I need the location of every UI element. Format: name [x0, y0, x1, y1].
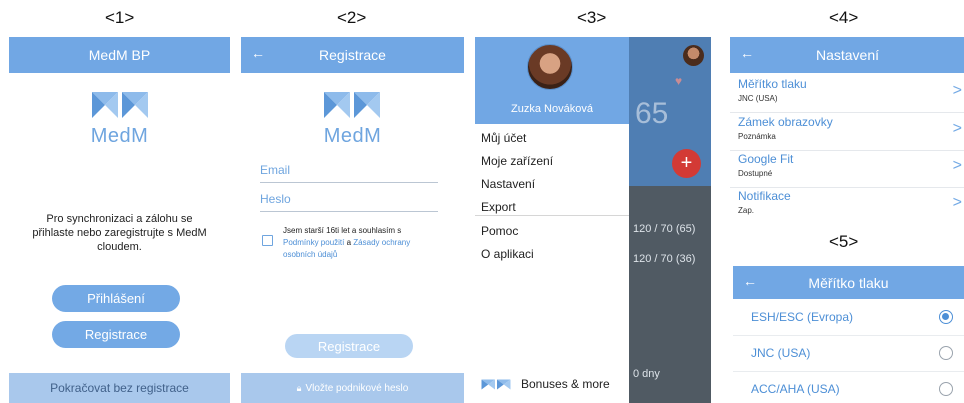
pressure-scale-screen: ← Měřítko tlaku ESH/ESC (Evropa) JNC (US…: [733, 266, 964, 403]
radio-icon[interactable]: [939, 382, 953, 396]
setting-title: Google Fit: [738, 152, 794, 166]
back-arrow-icon[interactable]: ←: [743, 273, 757, 289]
settings-header: ← Nastavení: [730, 37, 964, 73]
option-label: ESH/ESC (Evropa): [751, 310, 854, 324]
corporate-password-link[interactable]: 🔒︎ Vložte podnikové heslo: [241, 373, 464, 403]
password-field[interactable]: Heslo: [260, 192, 438, 212]
menu-item-export[interactable]: Export: [481, 200, 516, 214]
bonuses-item[interactable]: Bonuses & more: [481, 377, 610, 391]
terms-and: a: [346, 238, 352, 247]
heart-icon: ♥: [675, 74, 683, 88]
chevron-right-icon: >: [952, 82, 962, 99]
message-line: cloudem.: [97, 241, 142, 253]
terms-of-use-link[interactable]: Podmínky použití: [283, 238, 344, 247]
privacy-policy-link-continued[interactable]: osobních údajů: [283, 249, 455, 261]
setting-value: Dostupné: [738, 169, 773, 178]
sync-message: Pro synchronizaci a zálohu se přihlaste …: [9, 212, 230, 254]
login-button[interactable]: Přihlášení: [52, 285, 180, 312]
navigation-drawer: Zuzka Nováková Můj účet Moje zařízení Na…: [475, 37, 629, 403]
plus-icon: +: [672, 149, 701, 178]
app-header: MedM BP: [9, 37, 230, 73]
menu-item-my-account[interactable]: Můj účet: [481, 131, 526, 145]
option-esh-esc[interactable]: ESH/ESC (Evropa): [733, 300, 964, 336]
message-line: Pro synchronizaci a zálohu se: [46, 213, 193, 225]
medm-logo-icon: [92, 92, 148, 118]
option-label: JNC (USA): [751, 346, 811, 360]
email-field[interactable]: Email: [260, 163, 438, 183]
settings-screen: ← Nastavení Měřítko tlaku JNC (USA) > Zá…: [730, 37, 964, 223]
setting-google-fit[interactable]: Google Fit Dostupné >: [730, 149, 964, 188]
back-arrow-icon[interactable]: ←: [740, 45, 754, 61]
brand-name: MedM: [323, 125, 382, 147]
welcome-screen: MedM BP MedM Pro synchronizaci a zálohu …: [9, 37, 230, 403]
registration-screen: ← Registrace MedM Email Heslo Jsem starš…: [241, 37, 464, 403]
menu-item-settings[interactable]: Nastavení: [481, 177, 535, 191]
navigation-drawer-screen: ♥ 65 + 120 / 70 (65) 120 / 70 (36) 0 dny…: [475, 37, 711, 403]
privacy-policy-link[interactable]: Zásady ochrany: [353, 238, 410, 247]
terms-line: Jsem starší 16ti let a souhlasím s: [283, 226, 402, 235]
option-jnc[interactable]: JNC (USA): [733, 336, 964, 372]
lock-icon: 🔒︎: [296, 382, 302, 393]
settings-title: Nastavení: [815, 47, 880, 63]
setting-title: Notifikace: [738, 189, 791, 203]
terms-links-line: Podmínky použití a Zásady ochrany: [283, 237, 455, 249]
radio-icon[interactable]: [939, 346, 953, 360]
menu-item-my-devices[interactable]: Moje zařízení: [481, 154, 553, 168]
panel-number-5: <5>: [829, 232, 859, 251]
option-label: ACC/AHA (USA): [751, 382, 840, 396]
bonuses-label: Bonuses & more: [521, 377, 610, 391]
setting-title: Zámek obrazovky: [738, 115, 833, 129]
pressure-scale-title: Měřítko tlaku: [808, 274, 889, 291]
terms-checkbox[interactable]: [262, 235, 273, 246]
register-submit-button[interactable]: Registrace: [285, 334, 413, 358]
avatar: [683, 45, 704, 66]
panel-number-2: <2>: [337, 8, 367, 27]
panel-number-1: <1>: [105, 8, 135, 27]
menu-item-about[interactable]: O aplikaci: [481, 247, 534, 261]
setting-title: Měřítko tlaku: [738, 77, 807, 91]
pressure-scale-header: ← Měřítko tlaku: [733, 266, 964, 299]
register-button[interactable]: Registrace: [52, 321, 180, 348]
setting-screen-lock[interactable]: Zámek obrazovky Poznámka >: [730, 112, 964, 151]
back-arrow-icon[interactable]: ←: [251, 45, 265, 61]
reading-row: 120 / 70 (65): [633, 223, 696, 235]
pulse-value: 65: [635, 97, 669, 130]
registration-header: ← Registrace: [241, 37, 464, 73]
corporate-password-label: Vložte podnikové heslo: [305, 382, 409, 394]
user-name: Zuzka Nováková: [511, 103, 593, 115]
medm-logo-icon: [324, 92, 380, 118]
setting-notifications[interactable]: Notifikace Zap. >: [730, 186, 964, 223]
user-avatar[interactable]: [527, 44, 573, 90]
menu-item-help[interactable]: Pomoc: [481, 224, 518, 238]
terms-text: Jsem starší 16ti let a souhlasím s Podmí…: [283, 225, 455, 261]
setting-value: Zap.: [738, 206, 755, 215]
chevron-right-icon: >: [952, 194, 962, 211]
drawer-header: Zuzka Nováková: [475, 37, 629, 124]
panel-number-4: <4>: [829, 8, 859, 27]
days-label: 0 dny: [633, 368, 660, 380]
chevron-right-icon: >: [952, 157, 962, 174]
menu-divider: [475, 215, 629, 216]
bonus-logo-icon: [481, 379, 511, 389]
registration-title: Registrace: [319, 47, 386, 63]
setting-value: Poznámka: [738, 132, 776, 141]
message-line: přihlaste nebo zaregistrujte s MedM: [32, 227, 207, 239]
option-acc-aha[interactable]: ACC/AHA (USA): [733, 372, 964, 403]
setting-pressure-scale[interactable]: Měřítko tlaku JNC (USA) >: [730, 74, 964, 113]
brand-name: MedM: [90, 125, 149, 147]
continue-without-registration-button[interactable]: Pokračovat bez registrace: [9, 373, 230, 403]
app-title: MedM BP: [88, 47, 151, 63]
setting-value: JNC (USA): [738, 94, 778, 103]
radio-selected-icon[interactable]: [939, 310, 953, 324]
panel-number-3: <3>: [577, 8, 607, 27]
reading-row: 120 / 70 (36): [633, 253, 696, 265]
chevron-right-icon: >: [952, 120, 962, 137]
